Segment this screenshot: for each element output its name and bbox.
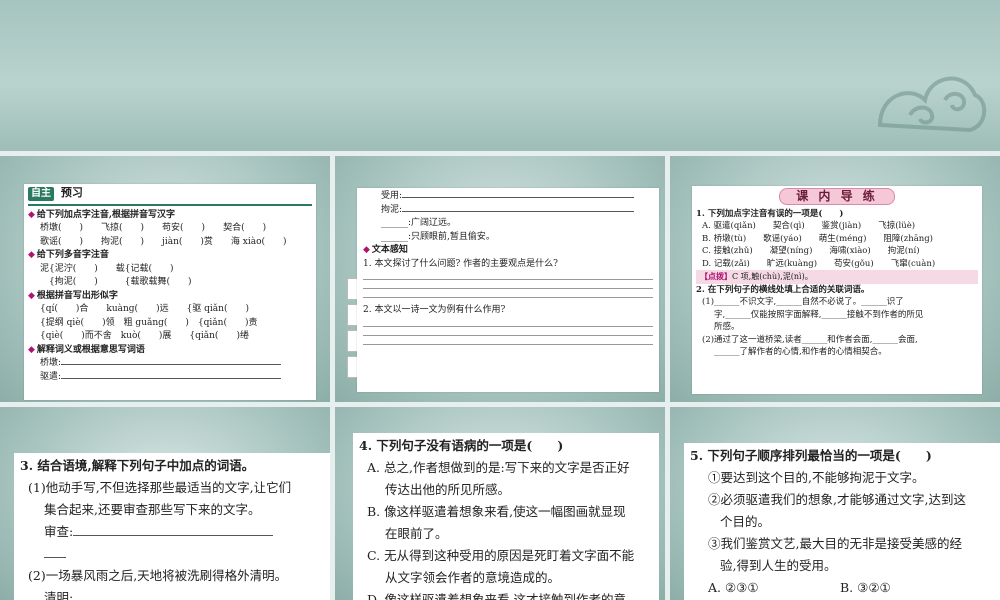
worksheet-page: 4. 下列句子没有语病的一项是( ) A. 总之,作者想做到的是:写下来的文字是… <box>353 433 659 600</box>
sentence-2-cont: 个目的。 <box>720 514 771 529</box>
answer-line <box>61 377 282 379</box>
diamond-icon: ◆ <box>28 290 35 301</box>
term-label: 拘泥: <box>381 204 403 215</box>
question-text: 5. 下列句子顺序排列最恰当的一项是( ) <box>690 448 932 463</box>
worksheet-page: 3. 结合语境,解释下列句子中加点的词语。 (1)他动手写,不但选择那些最适当的… <box>14 453 330 600</box>
term-label: 审查: <box>44 524 74 539</box>
passage-line: (2)一场暴风雨之后,天地将被洗刷得格外清明。 <box>28 568 288 583</box>
exercise-line: (1)______不识文字,______自然不必说了。______识了 <box>702 297 904 307</box>
section-title: 预习 <box>60 186 83 199</box>
option-c: C. 无从得到这种受用的原因是死盯着文字面不能 <box>367 548 635 563</box>
option-d: D. 记载(zǎi) 旷远(kuàng) 苟安(gǒu) 飞窜(cuàn) <box>702 258 936 269</box>
option-c-cont: 从文字领会作者的意境造成的。 <box>385 570 561 585</box>
header-rule <box>28 203 312 206</box>
slide-thumbnail-5[interactable]: 4. 下列句子没有语病的一项是( ) A. 总之,作者想做到的是:写下来的文字是… <box>335 407 665 600</box>
hint-box: 【点拨】C 项,触(chù),泥(nì)。 <box>696 270 978 284</box>
section-banner: 课 内 导 练 <box>779 188 895 205</box>
question-text: 3. 结合语境,解释下列句子中加点的词语。 <box>20 458 255 473</box>
exercise-line: {qiè( )而不舍 kuò( )展 {qiǎn( )绻 <box>40 331 249 341</box>
slide-thumbnail-2[interactable]: 受用: 拘泥: ______:广阔辽远。 ______:只顾眼前,暂且偷安。 ◆… <box>335 156 665 402</box>
section-heading: 给下列加点字注音,根据拼音写汉字 <box>36 209 176 220</box>
term-label: 驱遣: <box>40 371 62 382</box>
exercise-line: 桥墩( ) 飞掠( ) 苟安( ) 契合( ) <box>40 223 267 233</box>
answer-line <box>363 343 653 345</box>
answer-line <box>73 535 274 536</box>
diamond-icon: ◆ <box>28 209 35 220</box>
hint-label: 【点拨】 <box>700 271 732 281</box>
question-text: 2. 在下列句子的横线处填上合适的关联词语。 <box>696 284 870 295</box>
top-banner <box>0 0 1000 152</box>
term-label: 受用: <box>381 191 403 201</box>
definition-line: ______:广阔辽远。 <box>381 218 457 228</box>
answer-line <box>402 210 635 212</box>
term-label: 清明: <box>44 590 74 600</box>
worksheet-page: 受用: 拘泥: ______:广阔辽远。 ______:只顾眼前,暂且偷安。 ◆… <box>357 188 659 392</box>
section-heading: 根据拼音写出形似字 <box>36 290 118 301</box>
option-b-cont: 在眼前了。 <box>385 526 448 541</box>
passage-line: (1)他动手写,不但选择那些最适当的文字,让它们 <box>28 480 292 495</box>
answer-line <box>363 297 653 298</box>
question-text: 2. 本文以一诗一文为例有什么作用? <box>363 305 506 315</box>
option-a: A. 总之,作者想做到的是:写下来的文字是否正好 <box>367 460 630 475</box>
term-label: 桥墩: <box>40 358 62 368</box>
slide-thumbnail-6[interactable]: 5. 下列句子顺序排列最恰当的一项是( ) ①要达到这个目的,不能够拘泥于文字。… <box>670 407 1000 600</box>
slide-thumbnail-4[interactable]: 3. 结合语境,解释下列句子中加点的词语。 (1)他动手写,不但选择那些最适当的… <box>0 407 330 600</box>
answer-line <box>402 197 635 198</box>
exercise-line: 所感。 <box>714 322 740 332</box>
answer-line <box>44 557 66 558</box>
exercise-line: {拘泥( ) {载歌载舞( ) <box>40 277 192 287</box>
worksheet-page: 课 内 导 练 1. 下列加点字注音有误的一项是( ) A. 驱遣(qiǎn) … <box>692 186 982 394</box>
exercise-line: (2)通过了这一道桥梁,读者______和作者会面,______会面, <box>702 334 918 345</box>
section-heading: 解释词义或根据意思写词语 <box>36 344 145 355</box>
answer-line <box>363 334 653 336</box>
worksheet-page: 自主 预习 ◆ 给下列加点字注音,根据拼音写汉字 桥墩( ) 飞掠( ) 苟安( … <box>24 184 316 400</box>
answer-line <box>363 325 653 327</box>
option-b: B. ③②① <box>839 580 891 595</box>
hint-text: C 项,触(chù),泥(nì)。 <box>732 272 813 281</box>
answer-line <box>363 288 653 289</box>
option-b: B. 桥墩(tù) 歌谣(yáo) 萌生(méng) 阻障(zhāng) <box>702 233 933 244</box>
option-a: A. 驱遣(qiǎn) 契合(qì) 鉴赏(jiàn) 飞掠(lüè) <box>702 221 916 231</box>
diamond-icon: ◆ <box>28 344 35 355</box>
slide-thumbnail-1[interactable]: 自主 预习 ◆ 给下列加点字注音,根据拼音写汉字 桥墩( ) 飞掠( ) 苟安( … <box>0 156 330 402</box>
exercise-line: 泥{泥泞( ) 载{记载( ) <box>40 263 174 274</box>
answer-line <box>61 364 282 365</box>
option-a-cont: 传达出他的所见所感。 <box>385 482 511 497</box>
option-d: D. 像这样驱遣着想象来看,这才接触到作者的意 <box>367 592 626 600</box>
diamond-icon: ◆ <box>28 250 35 260</box>
exercise-line: {提纲 qiè( )领 粗 guǎng( ) {qiǎn( )责 <box>40 317 258 328</box>
section-heading: 给下列多音字注音 <box>36 250 109 260</box>
option-c: C. 接触(zhǔ) 凝望(níng) 海啸(xiào) 拘泥(ní) <box>702 246 920 256</box>
question-text: 1. 本文探讨了什么问题? 作者的主要观点是什么? <box>363 258 558 269</box>
sentence-2: ②必须驱遣我们的想象,才能够通过文字,达到这 <box>708 492 966 507</box>
diamond-icon: ◆ <box>363 245 370 255</box>
answer-line <box>363 279 653 280</box>
cloud-swirl-icon <box>877 76 987 133</box>
exercise-line: ______了解作者的心情,和作者的心情相契合。 <box>714 347 887 357</box>
passage-line: 集合起来,还要审查那些写下来的文字。 <box>44 502 261 517</box>
worksheet-page: 5. 下列句子顺序排列最恰当的一项是( ) ①要达到这个目的,不能够拘泥于文字。… <box>684 443 1000 600</box>
option-a: A. ②③① <box>708 580 759 595</box>
exercise-line: 字,______仅能按照字面解释,______接触不到作者的所见 <box>714 309 924 320</box>
sentence-3: ③我们鉴赏文艺,最大目的无非是接受美感的经 <box>708 536 962 551</box>
slide-thumbnail-3[interactable]: 课 内 导 练 1. 下列加点字注音有误的一项是( ) A. 驱遣(qiǎn) … <box>670 156 1000 402</box>
exercise-line: {qí( )合 kuàng( )远 {驱 qiǎn( ) <box>40 304 249 314</box>
question-text: 4. 下列句子没有语病的一项是( ) <box>359 438 564 453</box>
question-text: 1. 下列加点字注音有误的一项是( ) <box>696 208 844 219</box>
sentence-3-cont: 验,得到人生的受用。 <box>720 558 837 573</box>
option-b: B. 像这样驱遣着想象来看,使这一幅图画就显现 <box>367 504 626 519</box>
definition-line: ______:只顾眼前,暂且偷安。 <box>381 231 495 242</box>
section-badge: 自主 <box>28 187 54 201</box>
sentence-1: ①要达到这个目的,不能够拘泥于文字。 <box>708 470 925 485</box>
exercise-line: 歌谣( ) 拘泥( ) jiàn( )赏 海 xiào( ) <box>40 236 287 247</box>
section-heading: 文本感知 <box>371 245 408 255</box>
